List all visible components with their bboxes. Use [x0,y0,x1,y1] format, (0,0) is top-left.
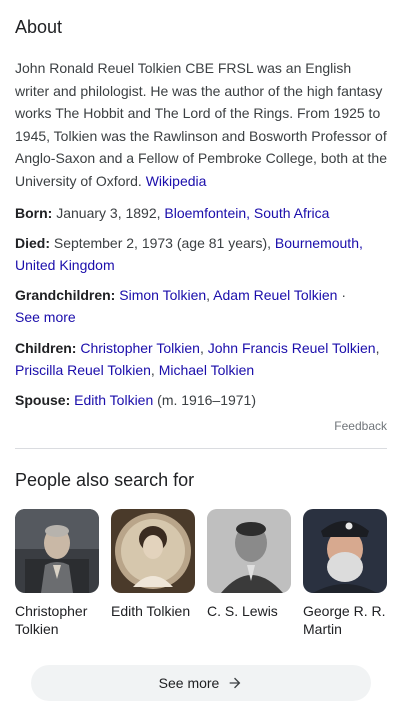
about-description: John Ronald Reuel Tolkien CBE FRSL was a… [15,57,387,192]
separator-dot: · [337,287,346,303]
born-date: January 3, 1892, [56,205,165,221]
grandchild-link[interactable]: Simon Tolkien [119,287,206,303]
see-more-label: See more [158,675,220,691]
person-card-george-rr-martin[interactable]: George R. R. Martin [303,509,387,638]
see-more-button[interactable]: See more [31,665,371,701]
person-card-cs-lewis[interactable]: C. S. Lewis [207,509,291,638]
fact-children: Children: Christopher Tolkien, John Fran… [15,340,380,378]
person-name: George R. R. Martin [303,603,386,637]
grandchildren-see-more-link[interactable]: See more [15,309,76,325]
wikipedia-link[interactable]: Wikipedia [146,173,207,189]
fact-label: Spouse: [15,392,71,408]
people-also-search-carousel: Christopher Tolkien Edith Tolkien C. S. … [15,509,387,638]
fact-label: Children: [15,340,77,356]
died-date: September 2, 1973 (age 81 years), [53,235,275,251]
person-photo [207,509,291,593]
child-link[interactable]: Michael Tolkien [159,362,254,378]
child-link[interactable]: Priscilla Reuel Tolkien [15,362,151,378]
child-link[interactable]: Christopher Tolkien [80,340,200,356]
grandchild-link[interactable]: Adam Reuel Tolkien [213,287,337,303]
person-photo [15,509,99,593]
description-text: John Ronald Reuel Tolkien CBE FRSL was a… [15,60,388,189]
person-photo [111,509,195,593]
about-heading: About [15,17,63,37]
spouse-years: (m. 1916–1971) [153,392,256,408]
knowledge-panel: About John Ronald Reuel Tolkien CBE FRSL… [0,0,402,720]
arrow-right-icon [230,677,241,689]
section-divider [15,448,387,449]
person-name: Edith Tolkien [111,603,191,619]
people-also-search-heading: People also search for [15,470,195,490]
fact-born: Born: January 3, 1892, Bloemfontein, Sou… [15,202,387,224]
person-name: C. S. Lewis [207,603,278,619]
fact-died: Died: September 2, 1973 (age 81 years), … [15,232,387,276]
fact-label: Born: [15,205,53,221]
feedback-link[interactable]: Feedback [334,419,387,433]
fact-grandchildren: Grandchildren: Simon Tolkien, Adam Reuel… [15,287,346,325]
person-name: Christopher Tolkien [15,603,88,637]
person-card-edith-tolkien[interactable]: Edith Tolkien [111,509,195,638]
born-place-link[interactable]: Bloemfontein, South Africa [164,205,329,221]
fact-spouse: Spouse: Edith Tolkien (m. 1916–1971) [15,389,387,411]
spouse-link[interactable]: Edith Tolkien [74,392,153,408]
fact-label: Grandchildren: [15,287,116,303]
person-card-christopher-tolkien[interactable]: Christopher Tolkien [15,509,99,638]
child-link[interactable]: John Francis Reuel Tolkien [208,340,376,356]
person-photo [303,509,387,593]
fact-label: Died: [15,235,50,251]
